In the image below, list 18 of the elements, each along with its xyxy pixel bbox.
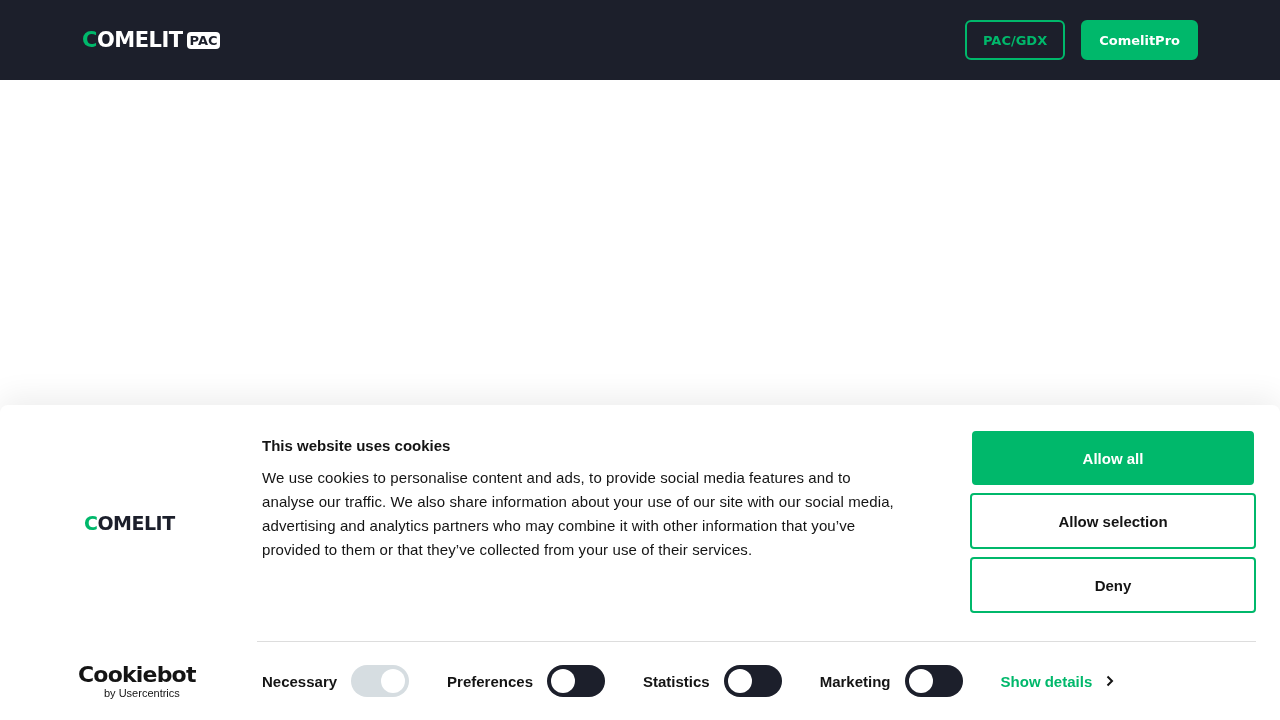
toggle-switch[interactable] — [547, 665, 605, 697]
toggle-switch[interactable] — [723, 665, 782, 697]
toggle-switch[interactable] — [904, 665, 963, 697]
header-button[interactable]: PAC/GDX — [965, 20, 1066, 60]
consent-button[interactable]: Allow selection — [970, 493, 1256, 549]
toggle-label: Necessary — [262, 672, 338, 690]
toggle-label: Statistics — [643, 672, 710, 690]
consent-button[interactable]: Deny — [970, 557, 1256, 613]
banner-title: This website uses cookies — [262, 437, 452, 454]
toggle-label: Preferences — [447, 672, 533, 690]
logo-badge: PAC — [186, 31, 221, 49]
chevron-icon — [1106, 675, 1115, 687]
provider-logo: Cookiebot — [78, 663, 196, 687]
brand-logo: COMELIT — [84, 512, 175, 534]
banner-text: We use cookies to personalise content and ads, to provide social media features and to analyse our traffic. We also share information about your use of our site with our social media, advertising and analytics partners who may combine it with other information that you’ve provided to them or that they’ve collected from your use of their services. — [262, 468, 894, 560]
provider-byline: by Usercentrics — [103, 687, 180, 699]
toggle-label: Marketing — [819, 672, 891, 690]
brand-logo[interactable]: COMELIT — [82, 28, 183, 52]
